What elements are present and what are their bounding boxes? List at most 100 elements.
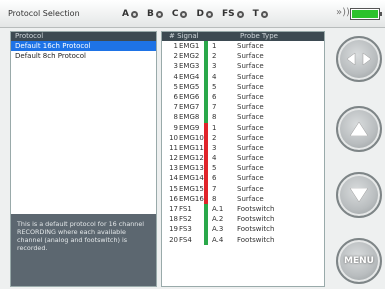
- scroll-up-button[interactable]: [336, 106, 382, 152]
- column-header-signal: # Signal: [169, 32, 199, 40]
- table-row[interactable]: 19FS3 A.3 Footswitch: [162, 224, 324, 235]
- table-row[interactable]: 20FS4 A.4 Footswitch: [162, 234, 324, 245]
- channel-color-bar: [204, 122, 208, 133]
- signal-name: FS3: [179, 225, 192, 234]
- table-row[interactable]: 16EMG16 8 Surface: [162, 193, 324, 204]
- position-cell: 3: [204, 142, 237, 154]
- position-cell: 6: [204, 173, 237, 184]
- signal-number: 18: [169, 215, 178, 224]
- channel-color-bar: [204, 204, 208, 215]
- table-row[interactable]: 6EMG6 6 Surface: [162, 91, 324, 103]
- protocol-item-default-8ch[interactable]: Default 8ch Protocol: [11, 51, 156, 61]
- arrow-up-icon: [350, 122, 368, 136]
- table-row[interactable]: 3EMG3 3 Surface: [162, 61, 324, 72]
- type-cell: Surface: [237, 113, 264, 122]
- table-row[interactable]: 8EMG8 8 Surface: [162, 112, 324, 123]
- table-row[interactable]: 5EMG5 5 Surface: [162, 81, 324, 92]
- table-row[interactable]: 10EMG10 2 Surface: [162, 132, 324, 143]
- channel-color-bar: [204, 71, 208, 82]
- signal-number: 4: [173, 72, 178, 81]
- position-cell: A.1: [204, 204, 237, 215]
- table-row[interactable]: 14EMG14 6 Surface: [162, 173, 324, 184]
- table-row[interactable]: 2EMG2 2 Surface: [162, 51, 324, 62]
- position-value: 1: [212, 42, 217, 50]
- channel-indicators: A B C D FS T: [122, 6, 277, 22]
- signal-cell: 13EMG13: [162, 163, 204, 173]
- scroll-down-button[interactable]: [336, 172, 382, 218]
- signal-name: FS4: [179, 235, 192, 244]
- connection-dot-icon: [180, 10, 188, 18]
- signal-cell: 3EMG3: [162, 61, 204, 71]
- channel-t-indicator: T: [253, 9, 268, 19]
- position-value: 8: [212, 194, 217, 203]
- position-cell: 6: [204, 91, 237, 103]
- battery-level: [352, 10, 378, 18]
- menu-button[interactable]: MENU: [336, 238, 382, 284]
- position-cell: 4: [204, 153, 237, 164]
- channel-color-bar: [204, 41, 208, 52]
- signal-name: EMG14: [179, 174, 204, 183]
- signal-name: EMG8: [179, 113, 200, 122]
- type-cell: Surface: [237, 92, 264, 101]
- position-value: 6: [212, 174, 217, 183]
- table-row[interactable]: 15EMG15 7 Surface: [162, 183, 324, 194]
- protocol-list-panel: Protocol Default 16ch Protocol Default 8…: [10, 31, 157, 287]
- connection-dot-icon: [205, 10, 213, 18]
- signal-name: FS1: [179, 205, 192, 213]
- table-row[interactable]: 17FS1 A.1 Footswitch: [162, 204, 324, 215]
- signal-cell: 1EMG1: [162, 41, 204, 51]
- type-cell: Surface: [237, 42, 264, 50]
- channel-color-bar: [204, 183, 208, 194]
- channel-fs-indicator: FS: [222, 9, 244, 19]
- signal-number: 6: [173, 92, 178, 101]
- table-row[interactable]: 4EMG4 4 Surface: [162, 71, 324, 82]
- signal-number: 16: [169, 194, 178, 203]
- position-cell: 3: [204, 61, 237, 72]
- table-body[interactable]: 1EMG1 1 Surface 2EMG2 2 Surface 3EMG3 3 Surface 4…: [162, 41, 324, 245]
- signal-cell: 19FS3: [162, 224, 204, 234]
- menu-label: MENU: [344, 256, 374, 266]
- signal-name: EMG10: [179, 133, 204, 142]
- table-row[interactable]: 12EMG12 4 Surface: [162, 153, 324, 164]
- table-row[interactable]: 11EMG11 3 Surface: [162, 142, 324, 154]
- type-cell: Footswitch: [237, 225, 275, 234]
- position-cell: 2: [204, 132, 237, 143]
- protocol-list-header: Protocol: [11, 32, 156, 41]
- position-cell: 7: [204, 183, 237, 194]
- position-value: A.4: [212, 235, 224, 244]
- type-cell: Footswitch: [237, 205, 275, 213]
- channel-color-bar: [204, 142, 208, 154]
- signal-cell: 18FS2: [162, 214, 204, 224]
- signal-name: EMG11: [179, 143, 204, 152]
- type-cell: Surface: [237, 143, 264, 152]
- signal-cell: 17FS1: [162, 204, 204, 214]
- signal-name: EMG2: [179, 52, 200, 61]
- column-header-type: Type: [261, 32, 278, 40]
- position-cell: 7: [204, 102, 237, 113]
- signal-number: 8: [173, 113, 178, 122]
- table-row[interactable]: 9EMG9 1 Surface: [162, 122, 324, 133]
- position-cell: A.3: [204, 224, 237, 235]
- type-cell: Surface: [237, 194, 264, 203]
- signal-cell: 6EMG6: [162, 92, 204, 102]
- position-cell: 5: [204, 163, 237, 174]
- signal-number: 10: [169, 133, 178, 142]
- channel-c-indicator: C: [172, 9, 188, 19]
- table-row[interactable]: 1EMG1 1 Surface: [162, 41, 324, 52]
- table-row[interactable]: 13EMG13 5 Surface: [162, 163, 324, 174]
- signal-name: EMG4: [179, 72, 200, 81]
- protocol-item-default-16ch[interactable]: Default 16ch Protocol: [11, 41, 156, 51]
- table-row[interactable]: 7EMG7 7 Surface: [162, 102, 324, 113]
- position-value: 7: [212, 184, 217, 193]
- position-value: 5: [212, 82, 217, 91]
- signal-cell: 7EMG7: [162, 102, 204, 112]
- status-bar: Protocol Selection A B C D FS T »)): [0, 0, 385, 28]
- table-row[interactable]: 18FS2 A.2 Footswitch: [162, 214, 324, 225]
- channel-color-bar: [204, 61, 208, 72]
- arrow-down-icon: [350, 188, 368, 202]
- position-value: 2: [212, 52, 217, 61]
- position-value: 3: [212, 143, 217, 152]
- position-cell: A.2: [204, 214, 237, 225]
- back-button[interactable]: [336, 36, 382, 82]
- channel-color-bar: [204, 234, 208, 245]
